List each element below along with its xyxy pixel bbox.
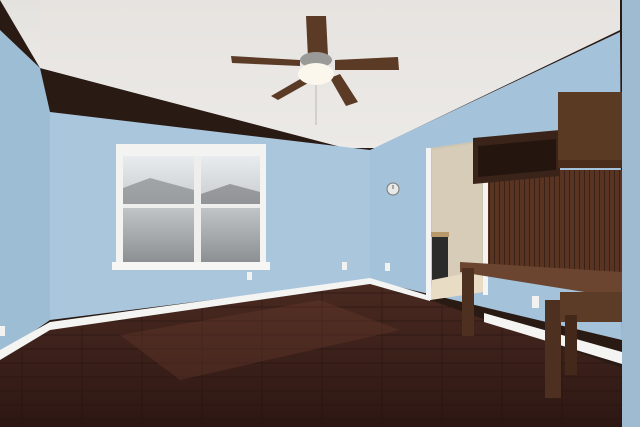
outlet-desk [532, 296, 539, 308]
desk-leg-left [462, 268, 474, 336]
window-pane-right [201, 156, 260, 262]
upper-cabinet-edge [558, 160, 622, 168]
upper-cabinet [558, 92, 622, 167]
outlet-back [247, 272, 252, 280]
outlet-left [0, 326, 5, 336]
outlet-back-2 [342, 262, 347, 270]
desk-leg-front [545, 300, 561, 398]
left-wall [0, 30, 50, 355]
beadboard-backsplash [488, 170, 622, 275]
outlet-right [385, 263, 390, 271]
window-muntin [194, 156, 201, 262]
fan-light-globe [298, 63, 334, 85]
hallway-cabinet [432, 236, 448, 280]
door-trim-left [426, 148, 431, 300]
window-pane-left [123, 156, 194, 262]
window-sash [123, 204, 260, 208]
desk-leg-inner [565, 315, 577, 375]
far-right-wall [622, 0, 640, 427]
room-photo [0, 0, 640, 427]
window-sill [112, 262, 270, 270]
fan-blade-top [306, 16, 328, 58]
hallway-counter [431, 232, 449, 237]
